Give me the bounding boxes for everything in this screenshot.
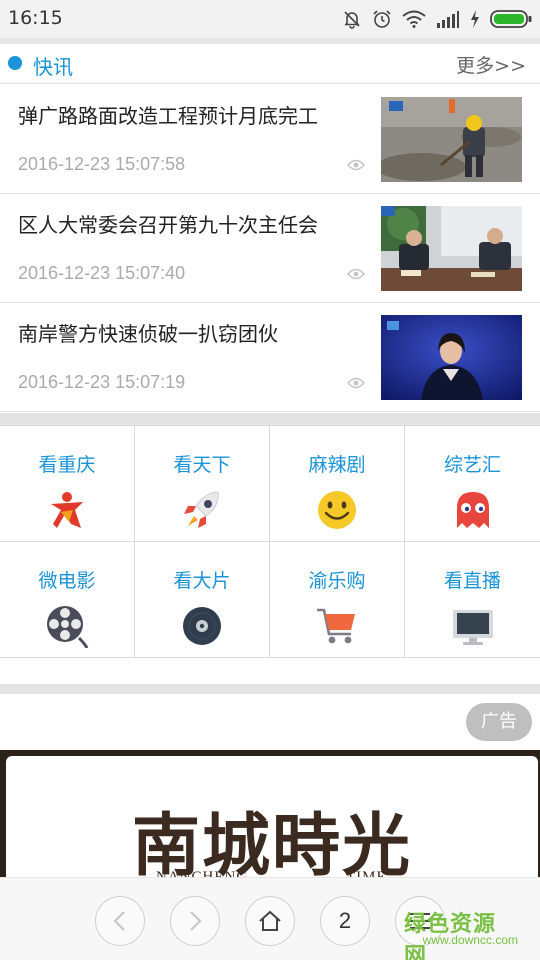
alarm-icon (373, 10, 391, 28)
back-button[interactable] (95, 896, 145, 946)
meeting-photo (381, 206, 522, 291)
category-kanzhibo[interactable]: 看直播 (405, 541, 540, 657)
news-item-date: 2016-12-23 15:07:19 (18, 372, 186, 392)
back-icon (113, 911, 125, 931)
ad-banner[interactable]: 南城時光 NANCHENG TIME (0, 750, 540, 880)
view-count-eye-icon (347, 159, 365, 171)
ad-divider (0, 684, 540, 694)
category-kandapian[interactable]: 看大片 (135, 541, 270, 657)
ghost-icon (456, 492, 489, 528)
home-icon (259, 910, 281, 931)
category-weidianying[interactable]: 微电影 (0, 541, 135, 657)
tabs-counter-button[interactable]: 2 (320, 896, 370, 946)
news-item-title: 南岸警方快速侦破一扒窃团伙 (18, 322, 278, 346)
wifi-icon (402, 10, 426, 28)
category-label: 看直播 (443, 570, 501, 592)
news-more-link[interactable]: 更多>> (456, 51, 526, 78)
category-kantianxia[interactable]: 看天下 (135, 425, 270, 541)
status-time: 16:15 (8, 7, 63, 29)
banner-card: 南城時光 NANCHENG TIME (6, 756, 538, 880)
view-count-eye-icon (347, 268, 365, 280)
disc-icon (183, 607, 221, 645)
road-worker-photo (381, 97, 522, 182)
category-zongyihui[interactable]: 综艺汇 (405, 425, 540, 541)
watermark-url: www.downcc.com (422, 933, 518, 947)
shopping-cart-icon (317, 608, 355, 644)
forward-icon (190, 911, 202, 931)
section-divider (0, 413, 540, 425)
tv-monitor-icon (452, 610, 493, 645)
news-dot-icon (8, 56, 22, 70)
news-item[interactable]: 区人大常委会召开第九十次主任会 2016-12-23 15:07:40 (0, 194, 540, 303)
news-item-date: 2016-12-23 15:07:40 (18, 263, 186, 283)
home-button[interactable] (245, 896, 295, 946)
smiley-icon (318, 491, 356, 529)
category-label: 综艺汇 (443, 454, 501, 476)
signal-icon (437, 11, 459, 28)
chongqing-logo-icon (51, 492, 83, 528)
mute-bell-icon (344, 11, 360, 29)
news-item-date: 2016-12-23 15:07:58 (18, 154, 186, 174)
banner-title: 南城時光 (131, 806, 412, 880)
category-label: 麻辣剧 (308, 454, 366, 476)
category-label: 渝乐购 (308, 570, 366, 592)
battery-icon (490, 10, 532, 28)
category-yulegou[interactable]: 渝乐购 (270, 541, 405, 657)
category-label: 看重庆 (38, 454, 96, 476)
news-item-title: 区人大常委会召开第九十次主任会 (18, 213, 318, 237)
tab-count: 2 (338, 908, 352, 933)
rocket-icon (184, 491, 219, 528)
news-header: 快讯 更多>> (0, 44, 540, 84)
category-malaju[interactable]: 麻辣剧 (270, 425, 405, 541)
category-grid: 看重庆 看天下 麻辣剧 综艺汇 微电影 看大片 渝乐购 看直播 (0, 425, 540, 658)
news-item[interactable]: 南岸警方快速侦破一扒窃团伙 2016-12-23 15:07:19 (0, 303, 540, 412)
news-item-title: 弹广路路面改造工程预计月底完工 (18, 104, 318, 128)
charging-icon (471, 10, 479, 28)
news-anchor-photo (381, 315, 522, 400)
status-icons (342, 8, 532, 30)
news-section-title: 快讯 (33, 55, 73, 79)
category-label: 看天下 (173, 454, 231, 476)
category-label: 看大片 (173, 570, 231, 592)
news-list: 弹广路路面改造工程预计月底完工 2016-12-23 15:07:58 区人大常… (0, 85, 540, 412)
ad-tag: 广告 (466, 703, 532, 741)
category-kanchongqing[interactable]: 看重庆 (0, 425, 135, 541)
film-reel-icon (47, 606, 89, 648)
view-count-eye-icon (347, 377, 365, 389)
category-label: 微电影 (38, 570, 96, 592)
watermark: 绿色资源网 www.downcc.com (404, 906, 540, 960)
status-bar: 16:15 (0, 0, 540, 38)
news-item[interactable]: 弹广路路面改造工程预计月底完工 2016-12-23 15:07:58 (0, 85, 540, 194)
forward-button[interactable] (170, 896, 220, 946)
